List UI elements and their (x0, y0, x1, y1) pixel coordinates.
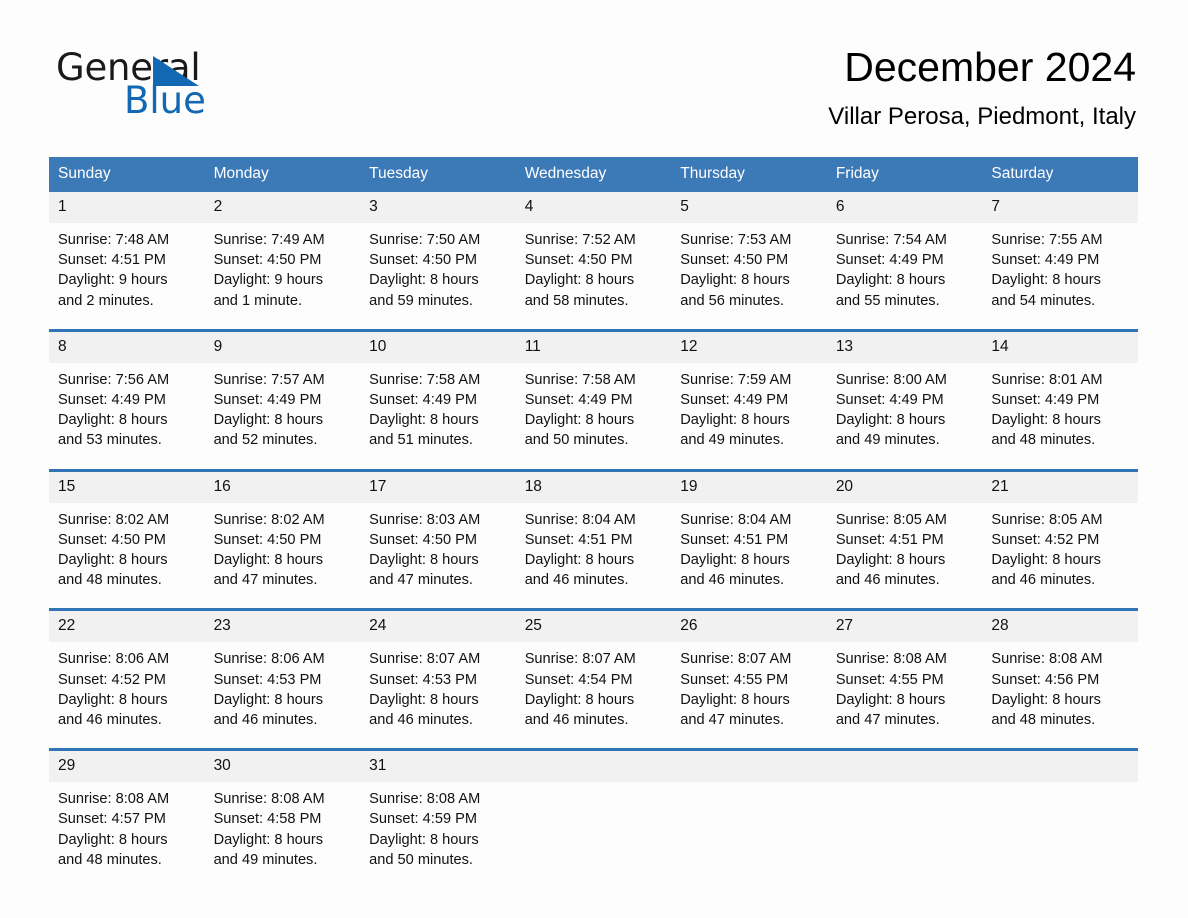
day-cell-21[interactable]: 21 (982, 471, 1138, 503)
day-detail-9: Sunrise: 7:57 AM Sunset: 4:49 PM Dayligh… (213, 371, 325, 449)
day-detail-21: Sunrise: 8:05 AM Sunset: 4:52 PM Dayligh… (991, 511, 1103, 589)
day-cell-6[interactable]: 6 (826, 192, 983, 223)
week-gap (49, 732, 1138, 749)
day-number-row: 22 23 24 25 26 27 28 (49, 611, 1138, 643)
day-detail-2: Sunrise: 7:49 AM Sunset: 4:50 PM Dayligh… (213, 232, 325, 309)
day-cell-23[interactable]: 23 (204, 611, 361, 643)
day-cell-10[interactable]: 10 (360, 331, 516, 363)
page-subtitle: Villar Perosa, Piedmont, Italy (828, 103, 1136, 130)
day-cell-22[interactable]: 22 (49, 611, 205, 643)
day-cell-empty-1 (515, 751, 672, 783)
day-detail-10: Sunrise: 7:58 AM Sunset: 4:49 PM Dayligh… (369, 371, 481, 449)
day-cell-28[interactable]: 28 (982, 611, 1138, 643)
day-detail-16: Sunrise: 8:02 AM Sunset: 4:50 PM Dayligh… (213, 511, 325, 589)
day-detail-5: Sunrise: 7:53 AM Sunset: 4:50 PM Dayligh… (680, 232, 792, 309)
day-detail-7: Sunrise: 7:55 AM Sunset: 4:49 PM Dayligh… (991, 232, 1103, 309)
day-detail-1: Sunrise: 7:48 AM Sunset: 4:51 PM Dayligh… (58, 232, 170, 309)
day-cell-14[interactable]: 14 (982, 331, 1138, 363)
day-detail-6: Sunrise: 7:54 AM Sunset: 4:49 PM Dayligh… (835, 232, 947, 309)
day-number-row: 29 30 31 (49, 751, 1138, 783)
day-detail-23: Sunrise: 8:06 AM Sunset: 4:53 PM Dayligh… (213, 651, 325, 729)
day-cell-26[interactable]: 26 (671, 611, 827, 643)
weekday-header-tuesday: Tuesday (360, 157, 516, 192)
day-cell-19[interactable]: 19 (671, 471, 827, 503)
day-detail-row: Sunrise: 7:48 AM Sunset: 4:51 PM Dayligh… (49, 223, 1138, 313)
day-detail-27: Sunrise: 8:08 AM Sunset: 4:55 PM Dayligh… (835, 651, 947, 729)
week-gap (49, 312, 1138, 329)
day-detail-row: Sunrise: 8:06 AM Sunset: 4:52 PM Dayligh… (49, 642, 1138, 733)
day-detail-25: Sunrise: 8:07 AM Sunset: 4:54 PM Dayligh… (524, 651, 636, 729)
calendar-table: Sunday Monday Tuesday Wednesday Thursday… (49, 157, 1138, 873)
page-header: General Blue December 2024 Villar Perosa… (0, 0, 1188, 130)
day-cell-empty-4 (982, 751, 1138, 783)
calendar-body: 1 2 3 4 5 6 7 Sunrise: 7:48 AM Sunset: 4… (49, 192, 1138, 873)
day-cell-4[interactable]: 4 (515, 192, 672, 223)
day-detail-3: Sunrise: 7:50 AM Sunset: 4:50 PM Dayligh… (369, 232, 481, 309)
day-cell-18[interactable]: 18 (515, 471, 672, 503)
day-detail-14: Sunrise: 8:01 AM Sunset: 4:49 PM Dayligh… (991, 371, 1103, 449)
day-number-row: 15 16 17 18 19 20 21 (49, 471, 1138, 503)
day-cell-16[interactable]: 16 (204, 471, 361, 503)
day-cell-29[interactable]: 29 (49, 751, 205, 783)
day-detail-19: Sunrise: 8:04 AM Sunset: 4:51 PM Dayligh… (680, 511, 792, 589)
weekday-header-sunday: Sunday (49, 157, 205, 192)
day-number-row: 8 9 10 11 12 13 14 (49, 331, 1138, 363)
day-cell-9[interactable]: 9 (204, 331, 361, 363)
day-detail-row: Sunrise: 8:02 AM Sunset: 4:50 PM Dayligh… (49, 502, 1138, 593)
day-detail-24: Sunrise: 8:07 AM Sunset: 4:53 PM Dayligh… (369, 651, 481, 729)
day-cell-empty-2 (671, 751, 827, 783)
weekday-header-wednesday: Wednesday (515, 157, 672, 192)
day-detail-22: Sunrise: 8:06 AM Sunset: 4:52 PM Dayligh… (58, 651, 170, 729)
weekday-header-thursday: Thursday (671, 157, 827, 192)
logo-text-blue: Blue (124, 79, 206, 122)
day-cell-27[interactable]: 27 (826, 611, 983, 643)
day-detail-row: Sunrise: 7:56 AM Sunset: 4:49 PM Dayligh… (49, 362, 1138, 453)
day-cell-17[interactable]: 17 (360, 471, 516, 503)
day-cell-7[interactable]: 7 (982, 192, 1138, 223)
day-detail-11: Sunrise: 7:58 AM Sunset: 4:49 PM Dayligh… (524, 371, 636, 449)
week-gap (49, 452, 1138, 469)
weekday-header-monday: Monday (204, 157, 361, 192)
day-cell-2[interactable]: 2 (204, 192, 361, 223)
day-cell-1[interactable]: 1 (49, 192, 205, 223)
day-cell-13[interactable]: 13 (826, 331, 983, 363)
day-cell-empty-3 (826, 751, 983, 783)
day-detail-4: Sunrise: 7:52 AM Sunset: 4:50 PM Dayligh… (524, 232, 636, 309)
day-detail-30: Sunrise: 8:08 AM Sunset: 4:58 PM Dayligh… (213, 791, 325, 868)
day-detail-20: Sunrise: 8:05 AM Sunset: 4:51 PM Dayligh… (835, 511, 947, 589)
day-cell-12[interactable]: 12 (671, 331, 827, 363)
day-cell-15[interactable]: 15 (49, 471, 205, 503)
day-cell-8[interactable]: 8 (49, 331, 205, 363)
day-cell-25[interactable]: 25 (515, 611, 672, 643)
day-detail-18: Sunrise: 8:04 AM Sunset: 4:51 PM Dayligh… (524, 511, 636, 589)
title-block: December 2024 Villar Perosa, Piedmont, I… (828, 42, 1136, 133)
day-detail-12: Sunrise: 7:59 AM Sunset: 4:49 PM Dayligh… (680, 371, 792, 449)
day-cell-24[interactable]: 24 (360, 611, 516, 643)
day-detail-28: Sunrise: 8:08 AM Sunset: 4:56 PM Dayligh… (991, 651, 1103, 729)
day-cell-3[interactable]: 3 (360, 192, 516, 223)
day-detail-17: Sunrise: 8:03 AM Sunset: 4:50 PM Dayligh… (369, 511, 481, 589)
day-detail-31: Sunrise: 8:08 AM Sunset: 4:59 PM Dayligh… (369, 791, 481, 868)
day-detail-13: Sunrise: 8:00 AM Sunset: 4:49 PM Dayligh… (835, 371, 947, 449)
weekday-header-row: Sunday Monday Tuesday Wednesday Thursday… (49, 157, 1138, 192)
day-detail-15: Sunrise: 8:02 AM Sunset: 4:50 PM Dayligh… (58, 511, 170, 589)
day-number-row: 1 2 3 4 5 6 7 (49, 192, 1138, 223)
calendar-page: General Blue December 2024 Villar Perosa… (0, 0, 1188, 918)
day-detail-8: Sunrise: 7:56 AM Sunset: 4:49 PM Dayligh… (58, 371, 170, 449)
day-detail-26: Sunrise: 8:07 AM Sunset: 4:55 PM Dayligh… (680, 651, 792, 729)
general-blue-logo[interactable]: General Blue (56, 48, 276, 126)
day-cell-30[interactable]: 30 (204, 751, 361, 783)
day-cell-11[interactable]: 11 (515, 331, 672, 363)
page-title: December 2024 (844, 44, 1136, 90)
week-gap (49, 592, 1138, 609)
day-cell-5[interactable]: 5 (671, 192, 827, 223)
day-cell-20[interactable]: 20 (826, 471, 983, 503)
day-detail-row: Sunrise: 8:08 AM Sunset: 4:57 PM Dayligh… (49, 782, 1138, 873)
weekday-header-saturday: Saturday (982, 157, 1138, 192)
day-cell-31[interactable]: 31 (360, 751, 516, 783)
weekday-header-friday: Friday (826, 157, 983, 192)
day-detail-29: Sunrise: 8:08 AM Sunset: 4:57 PM Dayligh… (58, 791, 170, 868)
